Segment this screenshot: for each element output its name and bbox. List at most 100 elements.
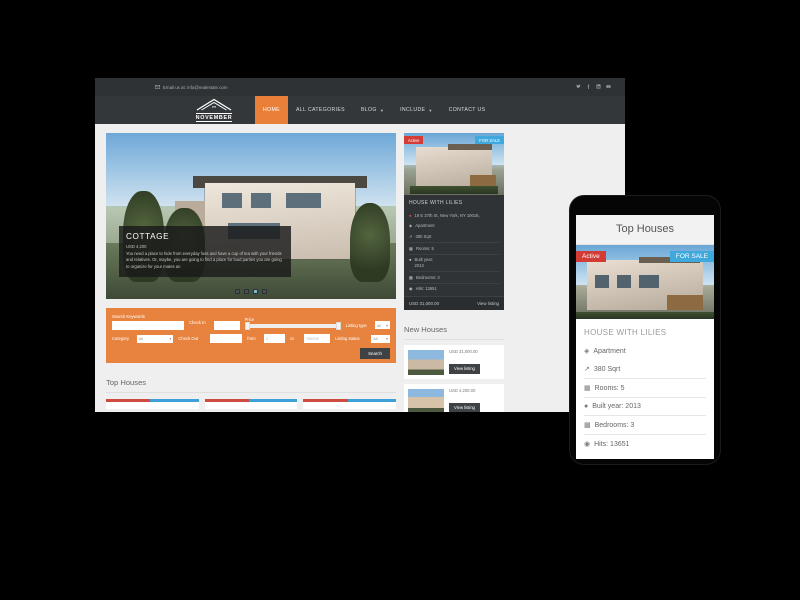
top-houses-heading: Top Houses: [106, 371, 396, 393]
new-house-item[interactable]: USD 4,200.00 View listing: [404, 384, 504, 412]
featured-rooms: Rooms: 5: [415, 245, 434, 251]
nav-label: CONTACT US: [448, 107, 486, 113]
hero-window: [285, 192, 321, 208]
slider-dot[interactable]: [262, 289, 267, 294]
bed-icon: ▩: [584, 422, 591, 429]
listing-type-value: All: [376, 322, 382, 328]
image-garage: [667, 295, 703, 311]
price-label: Price: [244, 316, 255, 322]
featured-property-image: Active FOR SALE: [404, 133, 504, 195]
top-house-card[interactable]: [204, 399, 298, 409]
status-badge-for-sale: FOR SALE: [475, 136, 504, 144]
social-links[interactable]: [576, 84, 611, 91]
new-house-price: USD 4,200.00: [449, 388, 476, 394]
youtube-icon[interactable]: [606, 84, 611, 91]
hero-title: COTTAGE: [126, 231, 170, 241]
linkedin-icon[interactable]: [596, 84, 601, 91]
property-search-form[interactable]: Search Keywords Check In Price Listing t…: [106, 308, 396, 363]
new-house-view-listing-button[interactable]: View listing: [449, 402, 480, 412]
featured-view-listing-link[interactable]: View listing: [477, 301, 499, 306]
top-house-card[interactable]: [303, 399, 397, 409]
featured-bedrooms: Bedrooms: 3: [415, 274, 440, 280]
mobile-property-image: Active FOR SALE: [576, 245, 714, 319]
featured-built-row: ● Built year: 2013: [409, 253, 499, 271]
envelope-icon: [155, 85, 160, 89]
map-pin-icon: ●: [409, 212, 412, 218]
desktop-preview-panel: Email us at: info@realestate.com NOVEMBE…: [95, 78, 625, 412]
price-from-input[interactable]: 0: [263, 334, 286, 343]
mobile-hits-row: ◉ Hits: 13651: [584, 434, 706, 453]
featured-hits-row: ◉ Hits: 13651: [409, 282, 499, 295]
image-window: [639, 274, 659, 288]
featured-property-title[interactable]: HOUSE WITH LILIES: [409, 200, 499, 206]
eye-icon: ◉: [409, 286, 413, 292]
hero-caption: COTTAGE USD 4,200 You need a place to hi…: [119, 225, 291, 277]
mobile-property-title[interactable]: HOUSE WITH LILIES: [584, 328, 706, 337]
price-slider-handle-max[interactable]: [335, 321, 341, 330]
mobile-hits: Hits: 13651: [594, 440, 630, 448]
slider-dot[interactable]: [235, 289, 240, 294]
mobile-screen: Top Houses Active FOR SALE HOUSE WITH LI…: [576, 215, 714, 459]
mobile-bedrooms: Bedrooms: 3: [594, 421, 635, 429]
search-keywords-input[interactable]: [112, 321, 184, 330]
listing-status-label: Listing status: [335, 336, 360, 341]
price-from-label: from: [247, 336, 256, 341]
nav-item-blog[interactable]: BLOG ▼: [353, 96, 392, 124]
new-house-view-listing-button[interactable]: View listing: [449, 363, 480, 374]
slider-dots[interactable]: [106, 289, 396, 294]
featured-built-value: 2013: [414, 262, 424, 268]
resize-arrow-icon: ↗: [409, 233, 413, 239]
price-slider-handle-min[interactable]: [244, 321, 250, 330]
logo-brand-text: NOVEMBER: [195, 113, 233, 122]
checkin-input[interactable]: [214, 320, 240, 330]
category-select[interactable]: All ▾: [136, 334, 174, 343]
featured-property-card[interactable]: Active FOR SALE HOUSE WITH LILIES ● 19 E…: [404, 133, 504, 311]
new-house-thumbnail: [408, 388, 444, 412]
page-content: COTTAGE USD 4,200 You need a place to hi…: [95, 124, 625, 412]
tag-icon: ◈: [409, 223, 413, 229]
mobile-bedrooms-row: ▩ Bedrooms: 3: [584, 415, 706, 434]
image-shrubs: [410, 186, 498, 194]
mobile-status-badge-active: Active: [576, 251, 606, 262]
screenshot-stage: Email us at: info@realestate.com NOVEMBE…: [0, 0, 800, 600]
new-house-thumbnail: [408, 349, 444, 375]
nav-item-all-categories[interactable]: ALL CATEGORIES: [288, 96, 353, 124]
main-navigation[interactable]: HOME ALL CATEGORIES BLOG ▼ INCLUDE ▼ CONTA…: [255, 96, 493, 124]
listing-type-select[interactable]: All ▾: [374, 321, 390, 329]
house-roof-logo-icon: [195, 98, 233, 112]
slider-dot[interactable]: [244, 289, 249, 294]
slider-dot-active[interactable]: [253, 289, 258, 294]
resize-arrow-icon: ↗: [584, 366, 590, 373]
featured-address-row: ● 19 E 37th St, New York, NY 10016,: [409, 210, 499, 221]
facebook-icon[interactable]: [586, 84, 591, 91]
featured-type-row: ◈ Apartment: [409, 221, 499, 232]
price-range-slider[interactable]: [244, 321, 341, 330]
new-house-item[interactable]: USD 31,000.00 View listing: [404, 345, 504, 380]
featured-built-label: Built year:: [414, 257, 434, 263]
search-row-1: Search Keywords Check In Price Listing t…: [112, 314, 390, 330]
twitter-icon[interactable]: [576, 84, 581, 91]
featured-property-footer: USD 31,000.00 View listing: [404, 296, 504, 311]
image-window: [617, 274, 632, 288]
checkout-label: Check Out: [178, 336, 199, 341]
search-submit-button[interactable]: Search: [360, 348, 390, 359]
building-icon: ▦: [584, 385, 591, 392]
featured-built: Built year: 2013: [415, 257, 434, 268]
checkout-input[interactable]: [209, 334, 243, 343]
site-navbar: NOVEMBER HOME ALL CATEGORIES BLOG ▼ INCLU…: [95, 96, 625, 124]
nav-item-contact-us[interactable]: CONTACT US: [441, 96, 494, 124]
nav-item-home[interactable]: HOME: [255, 96, 288, 124]
price-to-input[interactable]: 750000: [303, 334, 331, 343]
mobile-preview-panel: Top Houses Active FOR SALE HOUSE WITH LI…: [570, 196, 720, 464]
image-shrubs: [576, 311, 714, 319]
hero-slider[interactable]: COTTAGE USD 4,200 You need a place to hi…: [106, 133, 396, 299]
new-house-meta: USD 4,200.00 View listing: [449, 388, 500, 412]
nav-item-include[interactable]: INCLUDE ▼: [392, 96, 441, 124]
droplet-icon: ●: [584, 403, 589, 410]
image-garage: [470, 175, 496, 187]
site-logo[interactable]: NOVEMBER: [183, 96, 245, 124]
featured-hits: Hits: 13651: [415, 286, 437, 292]
top-house-card[interactable]: [106, 399, 199, 409]
listing-status-value: All: [373, 336, 378, 341]
listing-status-select[interactable]: All ▾: [371, 334, 390, 343]
